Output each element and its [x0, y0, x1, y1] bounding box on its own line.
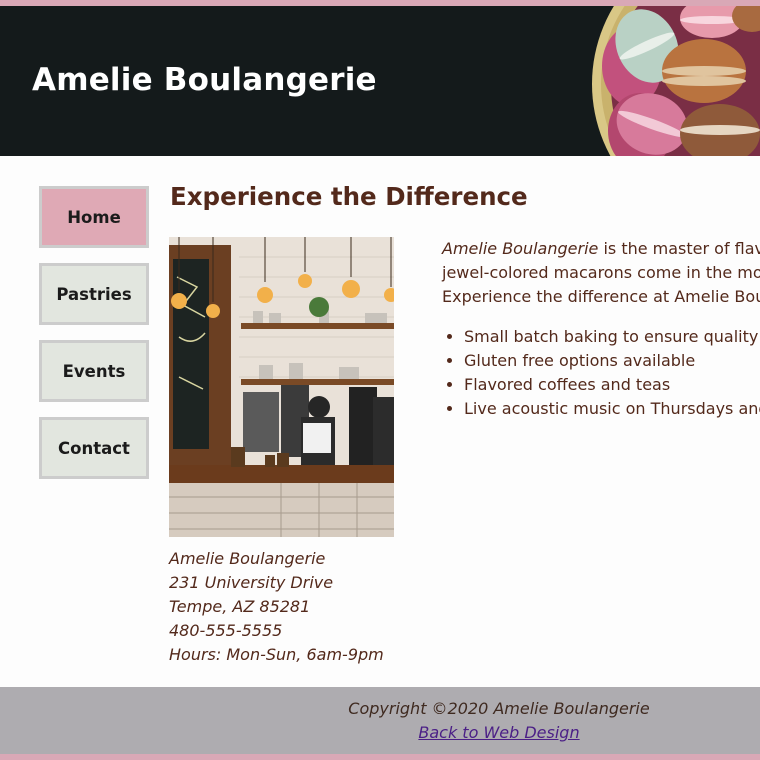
nav-item-pastries[interactable]: Pastries: [39, 263, 149, 325]
side-navigation: Home Pastries Events Contact: [39, 186, 149, 494]
address-city: Tempe, AZ 85281: [169, 597, 311, 616]
site-header: Amelie Boulangerie: [0, 6, 760, 156]
site-title: Amelie Boulangerie: [32, 62, 377, 98]
list-item: Gluten free options available: [464, 349, 760, 373]
site-footer: Copyright ©2020 Amelie Boulangerie Back …: [0, 687, 760, 754]
bakery-interior-photo: [169, 237, 394, 537]
list-item: Flavored coffees and teas: [464, 373, 760, 397]
nav-item-home[interactable]: Home: [39, 186, 149, 248]
intro-paragraph: Amelie Boulangerie is the master of flav…: [442, 237, 760, 309]
address-phone: 480-555-5555: [169, 621, 283, 640]
page-heading: Experience the Difference: [170, 182, 528, 211]
address-hours: Hours: Mon-Sun, 6am-9pm: [169, 645, 384, 664]
bottom-accent-stripe: [0, 754, 760, 760]
nav-item-contact[interactable]: Contact: [39, 417, 149, 479]
intro-line-2: jewel-colored macarons come in the mo: [442, 263, 760, 282]
features-list: Small batch baking to ensure quality Glu…: [442, 325, 760, 421]
contact-address: Amelie Boulangerie 231 University Drive …: [169, 547, 384, 667]
intro-brand-name: Amelie Boulangerie: [442, 239, 599, 258]
address-name: Amelie Boulangerie: [169, 549, 326, 568]
copyright-text: Copyright ©2020 Amelie Boulangerie: [348, 699, 650, 718]
list-item: Small batch baking to ensure quality: [464, 325, 760, 349]
nav-item-events[interactable]: Events: [39, 340, 149, 402]
list-item: Live acoustic music on Thursdays and: [464, 397, 760, 421]
macarons-hero-image: [592, 6, 760, 156]
back-to-web-design-link[interactable]: Back to Web Design: [418, 723, 579, 742]
address-street: 231 University Drive: [169, 573, 334, 592]
intro-line-3: Experience the difference at Amelie Bou: [442, 287, 760, 306]
intro-line-1: is the master of flav: [598, 239, 760, 258]
